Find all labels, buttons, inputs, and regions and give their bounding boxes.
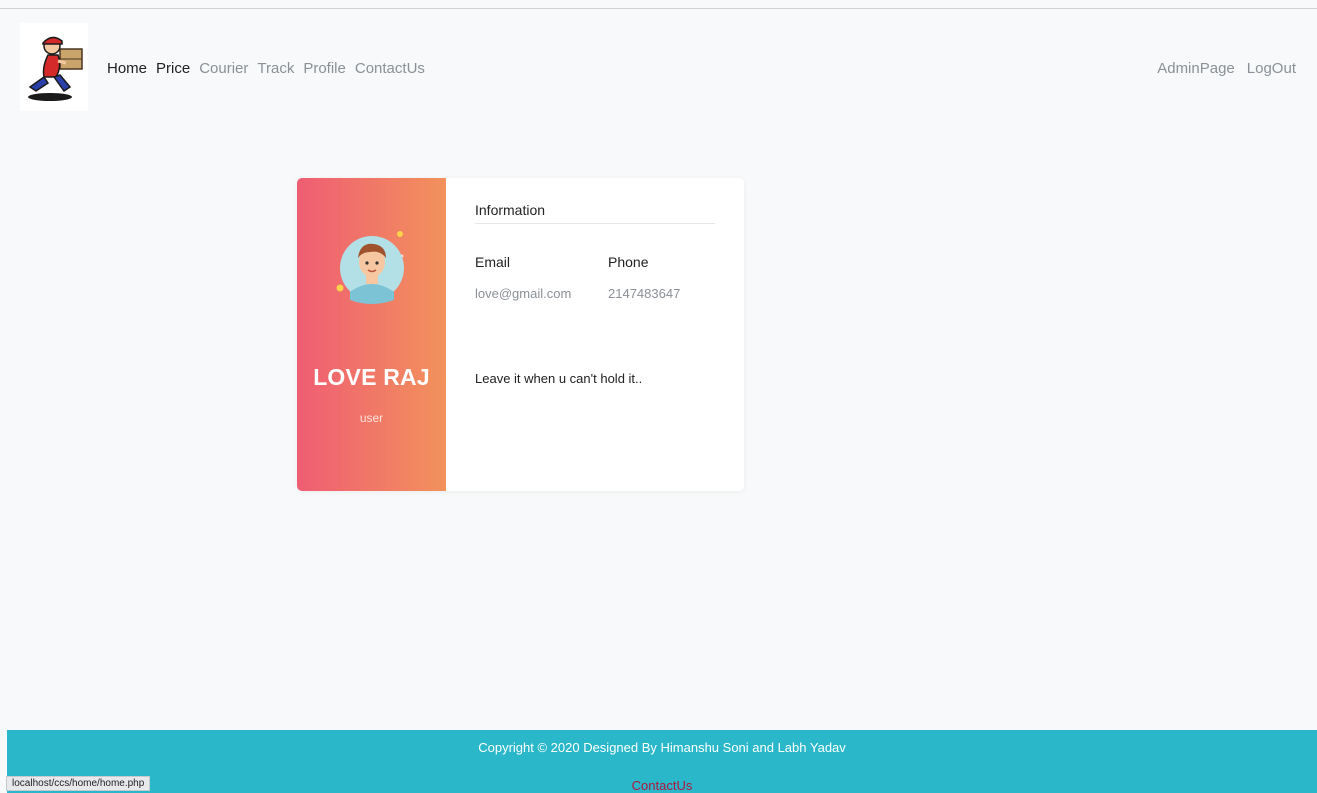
info-title: Information	[475, 202, 546, 218]
footer: Copyright © 2020 Designed By Himanshu So…	[7, 730, 1317, 793]
nav-links: Home Price Courier Track Profile Contact…	[107, 60, 425, 77]
courier-delivery-icon	[28, 36, 83, 101]
avatar	[332, 228, 412, 320]
status-bar-url: localhost/ccs/home/home.php	[6, 776, 151, 791]
nav-contactus[interactable]: ContactUs	[355, 60, 425, 77]
profile-card-sidebar: LOVE RAJ user	[297, 178, 446, 491]
courier-logo[interactable]	[20, 23, 88, 111]
phone-label: Phone	[608, 254, 649, 270]
nav-adminpage[interactable]: AdminPage	[1157, 60, 1235, 77]
nav-courier[interactable]: Courier	[199, 60, 248, 77]
user-quote: Leave it when u can't hold it..	[475, 371, 643, 386]
user-name: LOVE RAJ	[313, 364, 430, 390]
navbar: Home Price Courier Track Profile Contact…	[0, 9, 1317, 119]
footer-copyright: Copyright © 2020 Designed By Himanshu So…	[478, 740, 846, 755]
nav-right-links: AdminPage LogOut	[1157, 60, 1296, 77]
email-label: Email	[475, 254, 511, 270]
phone-value: 2147483647	[608, 286, 681, 301]
user-role: user	[359, 411, 384, 425]
nav-profile[interactable]: Profile	[303, 60, 346, 77]
profile-info: Information Email Phone love@gmail.com 2…	[475, 178, 715, 491]
email-value: love@gmail.com	[475, 286, 572, 301]
footer-contactus-link[interactable]: ContactUs	[7, 778, 1317, 793]
nav-home[interactable]: Home	[107, 60, 147, 77]
profile-card: LOVE RAJ user Information Email Phone lo…	[297, 178, 744, 491]
info-divider	[475, 223, 715, 224]
nav-price[interactable]: Price	[156, 60, 190, 77]
user-avatar-icon	[336, 231, 404, 304]
nav-logout[interactable]: LogOut	[1247, 60, 1296, 77]
nav-track[interactable]: Track	[257, 60, 294, 77]
